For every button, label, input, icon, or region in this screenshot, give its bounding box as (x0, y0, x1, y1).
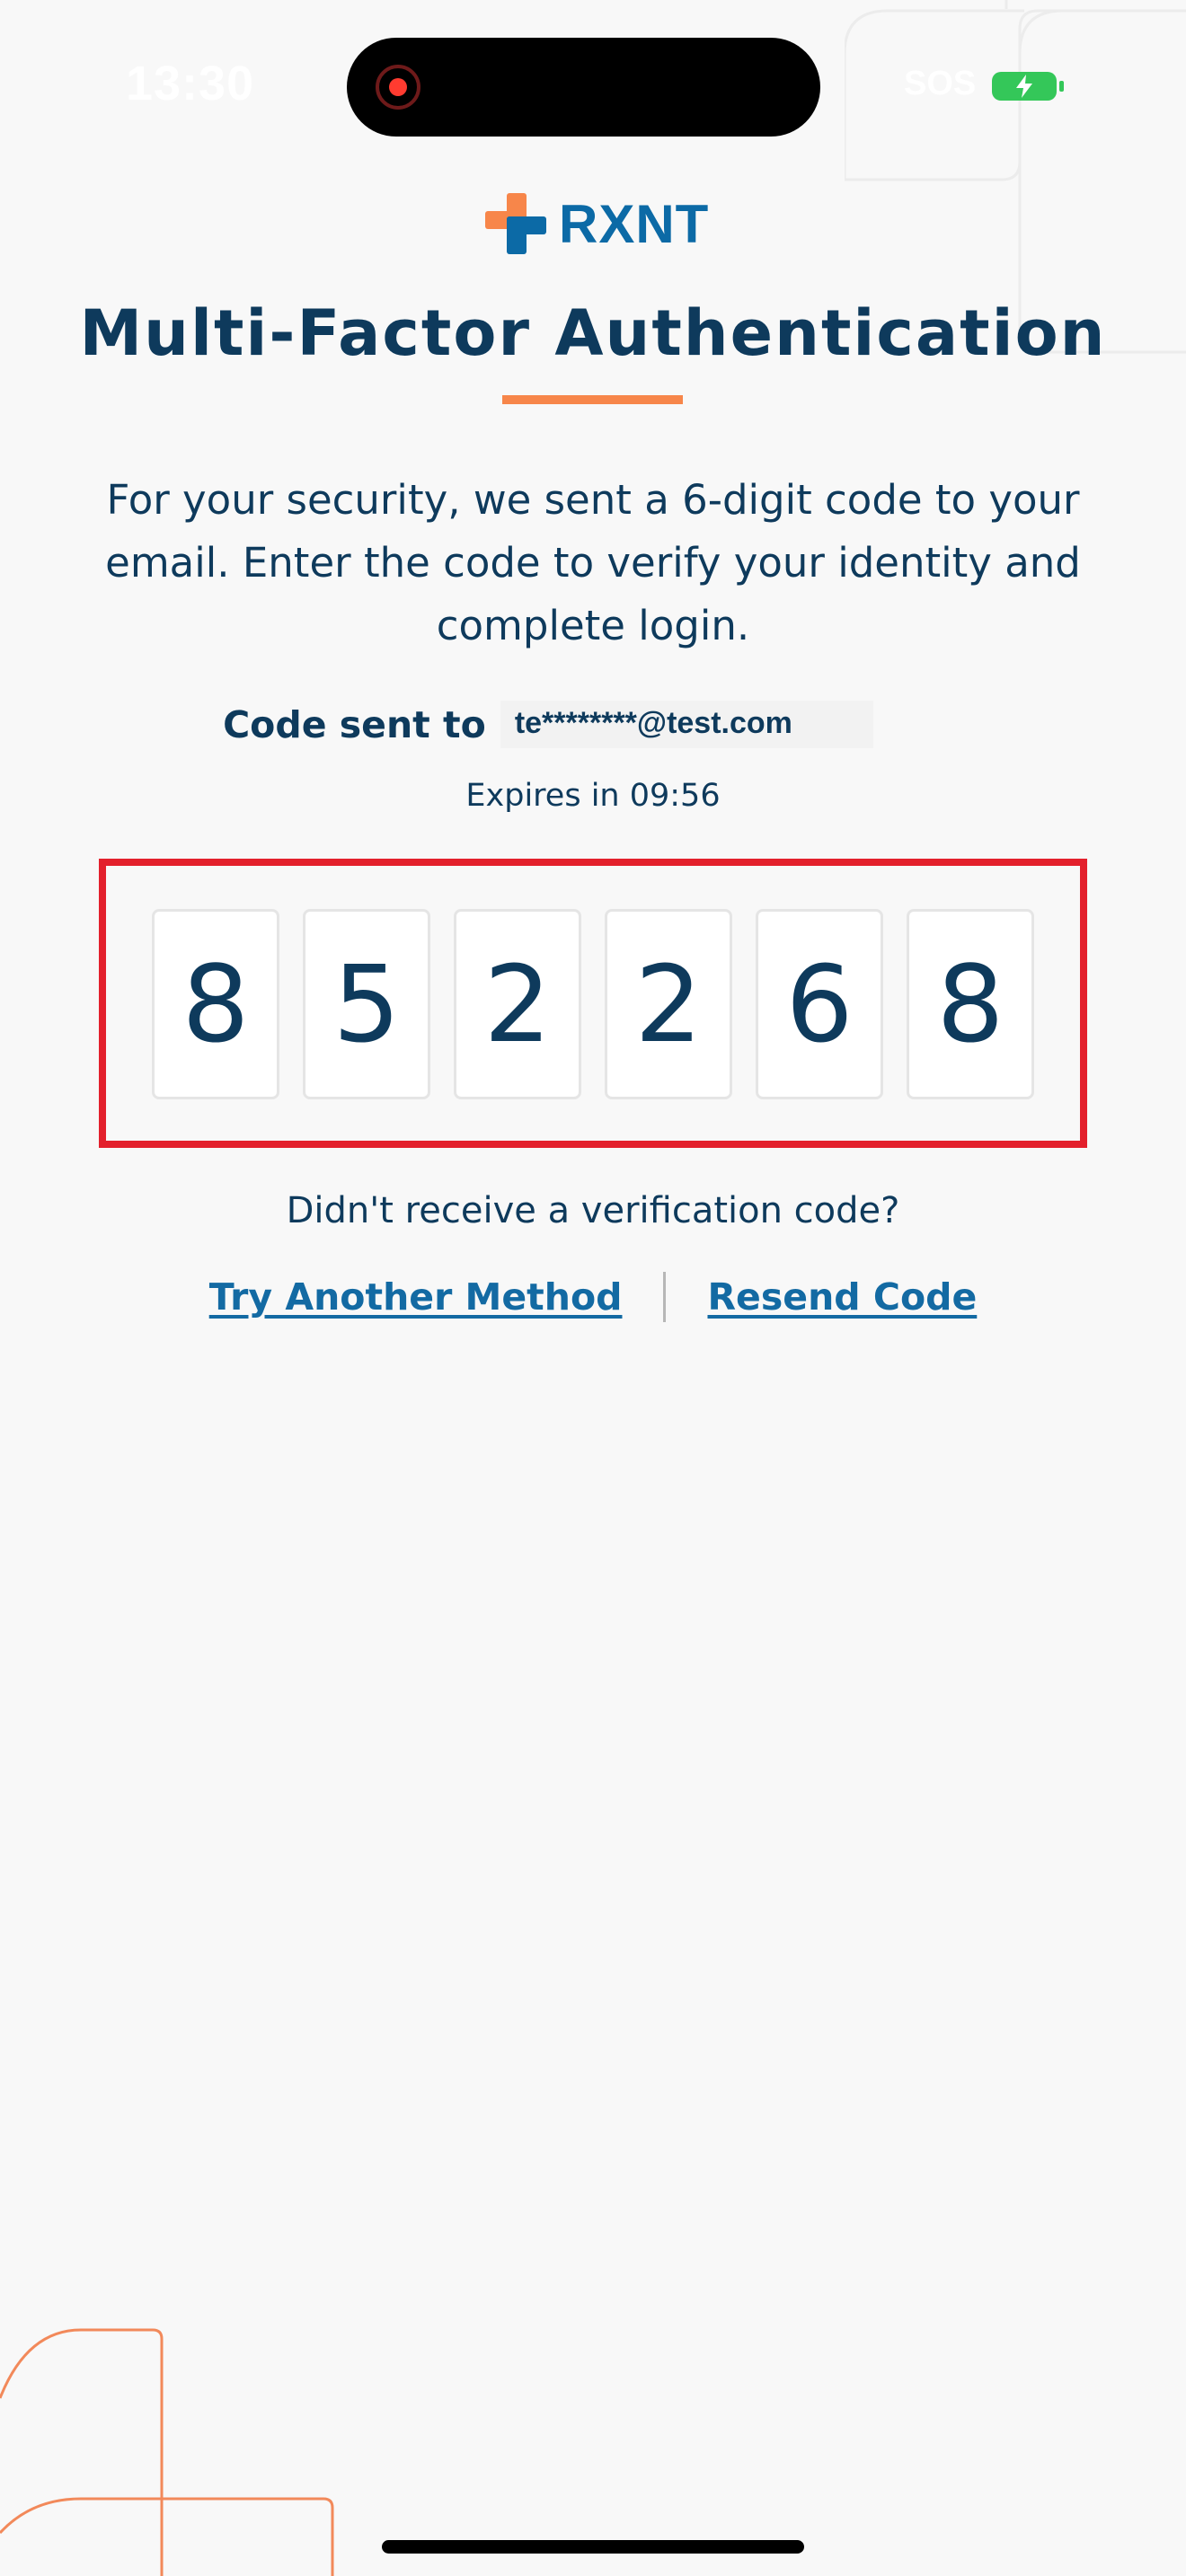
dynamic-island (347, 38, 820, 137)
brand-logo: RXNT (485, 192, 709, 255)
background-decoration-bottom-left (0, 2328, 334, 2576)
brand-name: RXNT (559, 193, 710, 254)
otp-digit-2[interactable]: 5 (303, 909, 430, 1099)
link-divider (663, 1272, 667, 1322)
page-title: Multi-Factor Authentication (79, 296, 1107, 370)
code-sent-row: Code sent to te********@test.com (0, 701, 1186, 748)
otp-digit-6[interactable]: 8 (907, 909, 1034, 1099)
expiration-timer: Expires in 09:56 (465, 778, 721, 814)
bolt-icon (1016, 75, 1032, 98)
code-sent-label: Code sent to (223, 702, 486, 746)
otp-digit-5[interactable]: 6 (756, 909, 883, 1099)
otp-digit-3[interactable]: 2 (454, 909, 581, 1099)
status-bar-time: 13:30 (126, 57, 255, 110)
page-description: For your security, we sent a 6-digit cod… (105, 476, 1081, 649)
home-indicator[interactable] (382, 2540, 804, 2554)
title-underline (502, 395, 683, 404)
help-links: Try Another Method Resend Code (0, 1272, 1186, 1322)
status-bar-sos: SOS (904, 65, 977, 102)
screen-recording-icon (376, 65, 420, 110)
otp-digit-4[interactable]: 2 (605, 909, 732, 1099)
otp-digit-1[interactable]: 8 (152, 909, 279, 1099)
battery-charging-icon (992, 72, 1064, 101)
resend-code-link[interactable]: Resend Code (707, 1275, 977, 1319)
masked-email: te********@test.com (500, 701, 873, 748)
rxnt-cross-logo-icon (485, 193, 546, 254)
try-another-method-link[interactable]: Try Another Method (209, 1275, 623, 1319)
help-question: Didn't receive a verification code? (286, 1190, 900, 1231)
